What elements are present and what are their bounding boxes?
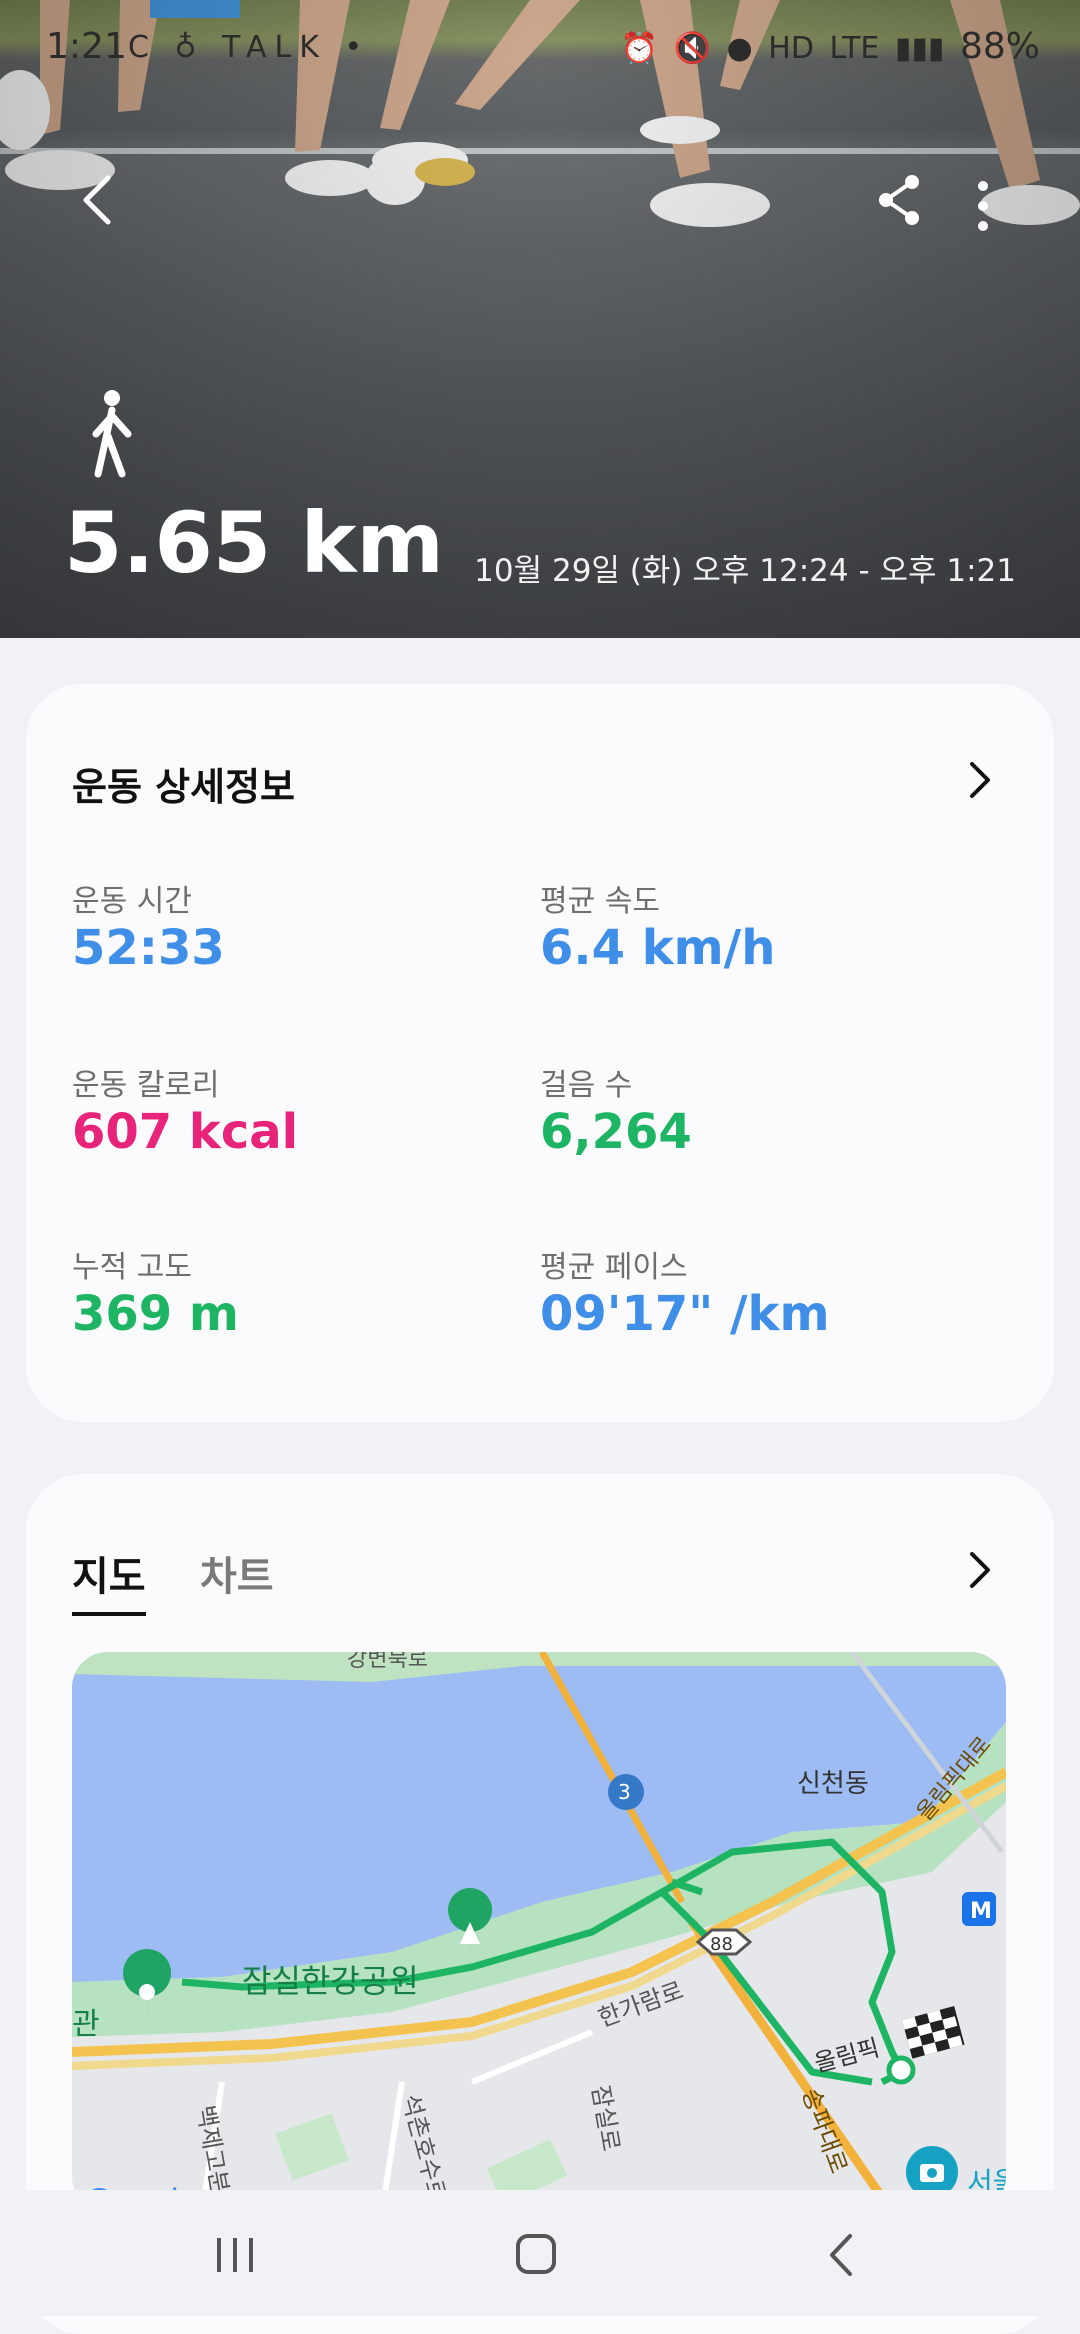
calories-label: 운동 칼로리 [72,1068,220,1103]
duration-value: 52:33 [72,920,225,976]
duration-label: 운동 시간 [72,884,192,919]
map-label: M [970,1899,992,1924]
steps-label: 걸음 수 [540,1068,633,1103]
map-canvas: 강변북로 3 신천동 올림픽대로 잠실한강공원 88 한가람로 잠실로 송파대로… [72,1652,1006,2212]
tab-chart[interactable]: 차트 [200,1544,274,1602]
signal-icon: ▮▮▮ [894,31,945,66]
avg-speed-value: 6.4 km/h [540,920,776,976]
back-icon[interactable] [812,2230,872,2280]
map-label: 관 [72,2007,100,2042]
system-nav-bar [0,2190,1080,2316]
chevron-right-icon[interactable] [966,760,994,800]
elevation-value: 369 m [72,1286,239,1342]
share-icon[interactable] [872,172,928,228]
avg-speed-label: 평균 속도 [540,884,660,919]
map-label: 신천동 [797,1769,869,1799]
calories-value: 607 kcal [72,1104,299,1160]
route-end-marker [886,2055,916,2085]
location-icon: ● [726,31,753,66]
workout-date-range: 10월 29일 (화) 오후 12:24 - 오후 1:21 [474,553,1016,589]
back-arrow-icon[interactable] [70,170,130,230]
map-label: 3 [618,1780,631,1804]
recent-apps-icon[interactable] [205,2230,265,2280]
battery-level: 88% [959,26,1040,67]
status-left-icons: C ♁ TALK • [128,30,371,65]
status-right-icons: ⏰ 🔇 ● HD LTE ▮▮▮ 88% [615,26,1040,67]
lte-icon: LTE [829,31,880,66]
hero-image: 1:21 C ♁ TALK • ⏰ 🔇 ● HD LTE ▮▮▮ 88% 5.6… [0,0,1080,638]
map-label: 강변북로 [347,1652,428,1672]
alarm-icon: ⏰ [620,31,659,66]
avg-pace-label: 평균 페이스 [540,1250,688,1285]
workout-details-card: 운동 상세정보 운동 시간 52:33 평균 속도 6.4 km/h 운동 칼로… [26,684,1054,1422]
map-label: 잠실한강공원 [242,1962,419,2000]
route-map[interactable]: 강변북로 3 신천동 올림픽대로 잠실한강공원 88 한가람로 잠실로 송파대로… [72,1652,1006,2212]
mute-icon: 🔇 [673,31,711,66]
hd-voice-icon: HD [768,31,814,66]
steps-value: 6,264 [540,1104,692,1160]
map-label: 88 [710,1934,733,1955]
walking-person-icon [92,390,132,478]
distance-value: 5.65 km [64,494,444,592]
status-bar: 1:21 C ♁ TALK • ⏰ 🔇 ● HD LTE ▮▮▮ 88% [0,20,1080,80]
tab-map[interactable]: 지도 [72,1544,146,1616]
details-title: 운동 상세정보 [72,765,295,809]
more-options-icon[interactable] [968,176,998,236]
home-icon[interactable] [506,2230,566,2280]
chevron-right-icon[interactable] [966,1550,994,1590]
avg-pace-value: 09'17" /km [540,1286,830,1342]
elevation-label: 누적 고도 [72,1250,192,1285]
status-time: 1:21 [46,26,127,67]
